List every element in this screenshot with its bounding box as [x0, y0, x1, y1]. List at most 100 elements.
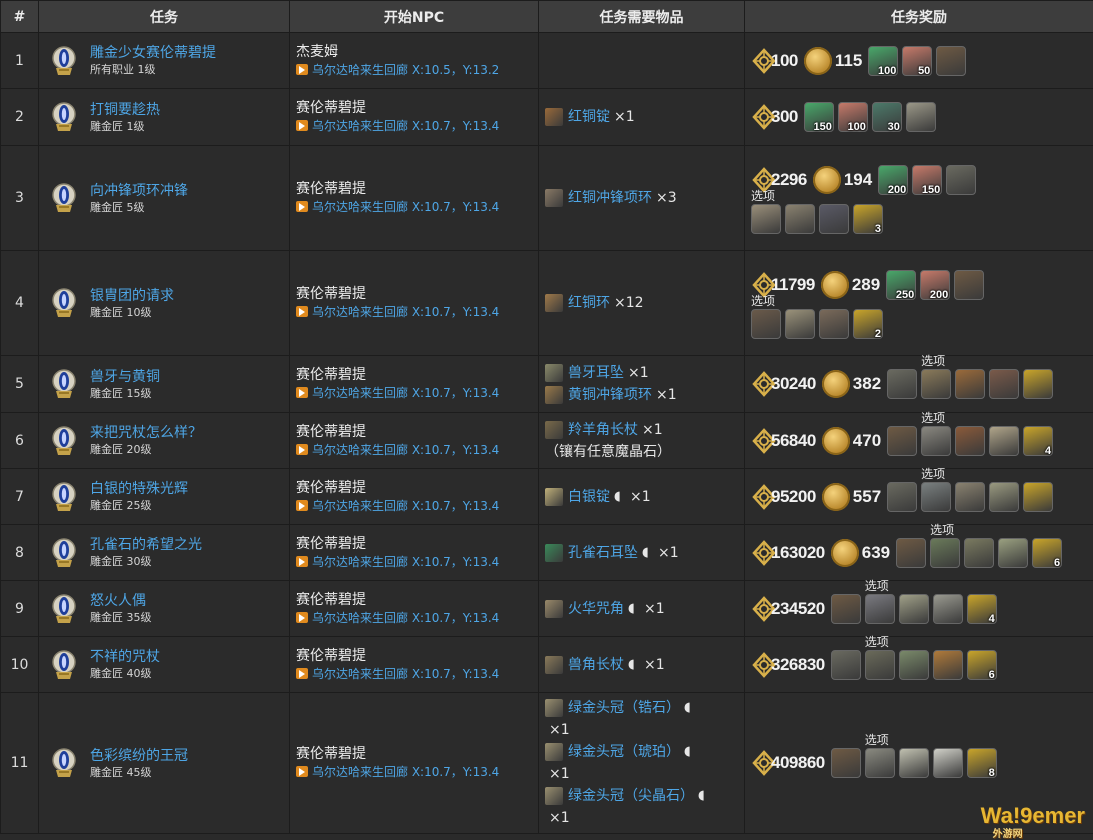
reward-item-icon[interactable]: 200: [878, 165, 908, 195]
reward-item-icon[interactable]: [955, 426, 985, 456]
item-name-link[interactable]: 兽牙耳坠: [568, 362, 624, 384]
reward-item-icon[interactable]: 150: [912, 165, 942, 195]
gil-icon: [822, 370, 850, 398]
quest-name-link[interactable]: 向冲锋项环冲锋: [90, 182, 188, 200]
item-name-link[interactable]: 火华咒角: [568, 598, 624, 620]
reward-item-icon[interactable]: [989, 369, 1019, 399]
reward-item-icon[interactable]: [906, 102, 936, 132]
reward-item-icon[interactable]: 3: [853, 204, 883, 234]
quest-info: 雕金少女赛伦蒂碧提所有职业 1级: [45, 44, 283, 77]
reward-item-icon[interactable]: [831, 748, 861, 778]
quest-name-link[interactable]: 白银的特殊光辉: [90, 480, 188, 498]
reward-item-icon[interactable]: [955, 482, 985, 512]
item-name-link[interactable]: 红铜冲锋项环: [568, 187, 652, 209]
npc-location-link[interactable]: 乌尔达哈来生回廊 X:10.7，Y:13.4: [296, 554, 532, 571]
reward-item-icon[interactable]: [936, 46, 966, 76]
reward-item-icon[interactable]: [933, 650, 963, 680]
item-name-link[interactable]: 红铜锭: [568, 106, 610, 128]
reward-item-icon[interactable]: 2: [853, 309, 883, 339]
npc-location-link[interactable]: 乌尔达哈来生回廊 X:10.7，Y:13.4: [296, 498, 532, 515]
reward-item-icon[interactable]: [964, 538, 994, 568]
item-name-link[interactable]: 红铜环: [568, 292, 610, 314]
reward-item-icon[interactable]: [899, 748, 929, 778]
reward-item-icon[interactable]: [899, 594, 929, 624]
reward-item-icon[interactable]: [865, 650, 895, 680]
reward-item-icon[interactable]: [831, 650, 861, 680]
reward-item-icon[interactable]: [921, 426, 951, 456]
reward-item-icon[interactable]: 100: [838, 102, 868, 132]
item-name-link[interactable]: 绿金头冠（琥珀）: [568, 741, 680, 763]
item-icon: [545, 386, 563, 404]
reward-item-icon[interactable]: [989, 482, 1019, 512]
npc-location-link[interactable]: 乌尔达哈来生回廊 X:10.7，Y:13.4: [296, 666, 532, 683]
quest-name-link[interactable]: 兽牙与黄铜: [90, 368, 160, 386]
reward-item-icon[interactable]: [887, 369, 917, 399]
reward-item-icon[interactable]: [955, 369, 985, 399]
reward-item-icon[interactable]: [785, 309, 815, 339]
reward-item-icon[interactable]: 4: [1023, 426, 1053, 456]
reward-item-icon[interactable]: [930, 538, 960, 568]
reward-item-icon[interactable]: [1023, 482, 1053, 512]
reward-item-icon[interactable]: 250: [886, 270, 916, 300]
reward-item-icon[interactable]: [989, 426, 1019, 456]
item-name-link[interactable]: 兽角长杖: [568, 654, 624, 676]
item-name-link[interactable]: 孔雀石耳坠: [568, 542, 638, 564]
reward-item-icon[interactable]: [933, 594, 963, 624]
npc-location-link[interactable]: 乌尔达哈来生回廊 X:10.7，Y:13.4: [296, 118, 532, 135]
reward-item-icon[interactable]: [954, 270, 984, 300]
reward-item-icon[interactable]: [751, 309, 781, 339]
reward-item-icon[interactable]: [831, 594, 861, 624]
npc-location-link[interactable]: 乌尔达哈来生回廊 X:10.7，Y:13.4: [296, 610, 532, 627]
reward-item-icon[interactable]: [751, 204, 781, 234]
item-name-link[interactable]: 黄铜冲锋项环: [568, 384, 652, 406]
quest-name-link[interactable]: 银胄团的请求: [90, 287, 174, 305]
reward-item-icon[interactable]: 50: [902, 46, 932, 76]
reward-item-icon[interactable]: 6: [967, 650, 997, 680]
npc-location-link[interactable]: 乌尔达哈来生回廊 X:10.5，Y:13.2: [296, 62, 532, 79]
reward-item-icon[interactable]: [865, 594, 895, 624]
item-name-link[interactable]: 白银锭: [568, 486, 610, 508]
reward-item-icon[interactable]: [819, 309, 849, 339]
reward-item-icon[interactable]: 30: [872, 102, 902, 132]
quest-name-link[interactable]: 不祥的咒杖: [90, 648, 160, 666]
reward-item-icon[interactable]: [1023, 369, 1053, 399]
reward-item-icon[interactable]: [933, 748, 963, 778]
reward-item-icon[interactable]: 100: [868, 46, 898, 76]
quest-name-link[interactable]: 雕金少女赛伦蒂碧提: [90, 44, 216, 62]
rewards-cell: 30240382选项: [745, 356, 1093, 413]
reward-item-icon[interactable]: 6: [1032, 538, 1062, 568]
reward-item-icon[interactable]: 8: [967, 748, 997, 778]
reward-item-icon[interactable]: [998, 538, 1028, 568]
quest-name-link[interactable]: 打铜要趁热: [90, 101, 160, 119]
exp-amount: 163020: [771, 543, 825, 563]
item-name-link[interactable]: 羚羊角长杖: [568, 419, 638, 441]
reward-item-icon[interactable]: 150: [804, 102, 834, 132]
reward-item-icon[interactable]: [865, 748, 895, 778]
quest-info: 兽牙与黄铜雕金匠 15级: [45, 368, 283, 401]
item-name-link[interactable]: 绿金头冠（锆石）: [568, 697, 680, 719]
npc-location-link[interactable]: 乌尔达哈来生回廊 X:10.7，Y:13.4: [296, 304, 532, 321]
reward-item-icon[interactable]: 4: [967, 594, 997, 624]
quest-name-link[interactable]: 怒火人偶: [90, 592, 152, 610]
reward-item-icon[interactable]: [785, 204, 815, 234]
reward-item-icon[interactable]: [946, 165, 976, 195]
reward-item-icon[interactable]: [921, 369, 951, 399]
reward-item-icon[interactable]: 200: [920, 270, 950, 300]
reward-item-icon[interactable]: [896, 538, 926, 568]
item-name-link[interactable]: 绿金头冠（尖晶石）: [568, 785, 694, 807]
quest-name-link[interactable]: 孔雀石的希望之光: [90, 536, 202, 554]
reward-item-icon[interactable]: [899, 650, 929, 680]
npc-location-link[interactable]: 乌尔达哈来生回廊 X:10.7，Y:13.4: [296, 442, 532, 459]
quest-name-link[interactable]: 色彩缤纷的王冠: [90, 747, 188, 765]
reward-item-icon[interactable]: [887, 482, 917, 512]
quest-level: 雕金匠 20级: [90, 442, 202, 457]
quest-text: 雕金少女赛伦蒂碧提所有职业 1级: [90, 44, 216, 77]
npc-cell: 赛伦蒂碧提乌尔达哈来生回廊 X:10.7，Y:13.4: [290, 637, 539, 693]
reward-item-icon[interactable]: [887, 426, 917, 456]
npc-location-link[interactable]: 乌尔达哈来生回廊 X:10.7，Y:13.4: [296, 764, 532, 781]
reward-item-icon[interactable]: [819, 204, 849, 234]
npc-location-link[interactable]: 乌尔达哈来生回廊 X:10.7，Y:13.4: [296, 199, 532, 216]
npc-location-link[interactable]: 乌尔达哈来生回廊 X:10.7，Y:13.4: [296, 385, 532, 402]
quest-name-link[interactable]: 来把咒杖怎么样？: [90, 424, 202, 442]
reward-item-icon[interactable]: [921, 482, 951, 512]
